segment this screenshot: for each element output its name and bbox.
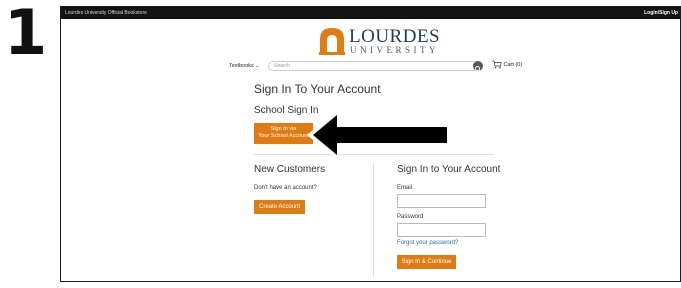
password-field[interactable] — [397, 223, 486, 237]
browser-screenshot-frame: Lourdes University Official Bookstore Lo… — [60, 6, 681, 282]
chevron-down-icon: ⌄ — [255, 63, 260, 69]
store-name: Lourdes University Official Bookstore — [65, 10, 147, 16]
textbooks-menu[interactable]: Textbooks ⌄ — [229, 62, 260, 70]
no-account-text: Don't have an account? — [254, 185, 317, 191]
column-divider — [373, 164, 374, 276]
login-signup-link[interactable]: Login/Sign Up — [644, 8, 678, 18]
cart-icon — [492, 60, 502, 69]
step-number: 1 — [4, 0, 48, 69]
search-input[interactable]: Search — [268, 61, 480, 71]
signin-heading: Sign In to Your Account — [397, 164, 501, 175]
page-title: Sign In To Your Account — [254, 82, 381, 96]
logo-subtitle: UNIVERSITY — [350, 45, 439, 55]
top-bar: Lourdes University Official Bookstore Lo… — [61, 7, 680, 19]
signin-continue-button[interactable]: Sign In & Continue — [397, 255, 456, 269]
create-account-button[interactable]: Create Account — [254, 200, 305, 214]
search-icon — [475, 66, 481, 72]
email-label: Email — [397, 185, 413, 191]
search-button[interactable] — [473, 61, 483, 72]
cart-label: Cart (0) — [503, 62, 523, 68]
lourdes-arch-logo — [319, 28, 345, 55]
logo-wordmark: LOURDES — [349, 26, 441, 47]
textbooks-label: Textbooks — [229, 63, 254, 69]
forgot-password-link[interactable]: Forgot your password? — [397, 240, 458, 246]
arrow-pointer-icon — [307, 109, 451, 161]
password-label: Password — [397, 214, 424, 220]
cart-link[interactable]: Cart (0) — [492, 60, 522, 70]
email-field[interactable] — [397, 194, 486, 208]
new-customers-heading: New Customers — [254, 164, 326, 175]
